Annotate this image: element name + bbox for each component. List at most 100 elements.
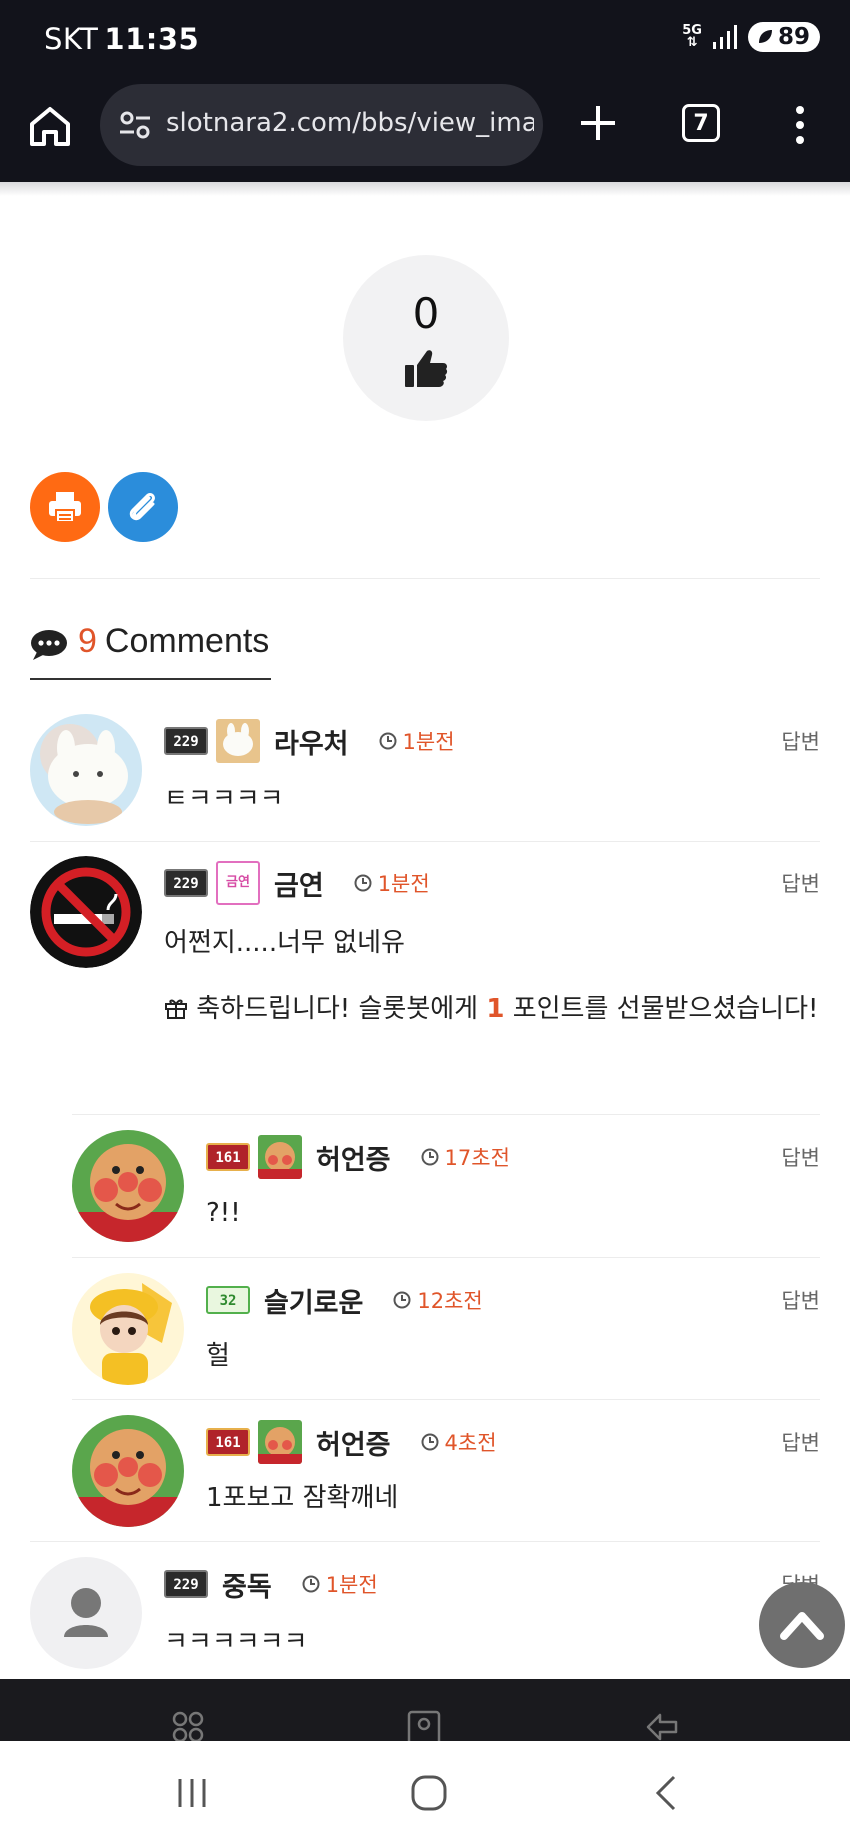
avatar[interactable] bbox=[30, 856, 142, 968]
user-badge: 금연 bbox=[216, 861, 260, 905]
profile-icon[interactable] bbox=[406, 1709, 442, 1741]
reply-link[interactable]: 답변 bbox=[781, 1427, 820, 1457]
comments-header: 9 Comments bbox=[30, 622, 272, 680]
comment-time: 17초전 bbox=[421, 1142, 510, 1172]
comment-time: 4초전 bbox=[421, 1427, 497, 1457]
comment-item: 229 중독 1분전 답변 ㅋㅋㅋㅋㅋㅋ bbox=[30, 1541, 820, 1681]
user-badge-icon bbox=[258, 1135, 302, 1179]
time-label: 1분전 bbox=[402, 730, 455, 754]
nickname[interactable]: 금연 bbox=[274, 864, 324, 903]
girl-avatar-icon bbox=[72, 1273, 184, 1385]
url-text[interactable]: slotnara2.com/bbs/view_image bbox=[166, 108, 534, 138]
level-badge: 229 bbox=[164, 869, 208, 897]
back-arrow-icon[interactable] bbox=[644, 1709, 680, 1741]
address-bar-row: slotnara2.com/bbs/view_image 7 bbox=[0, 82, 850, 176]
level-badge: 229 bbox=[164, 727, 208, 755]
tab-count: 7 bbox=[693, 110, 709, 136]
recent-apps-icon[interactable] bbox=[172, 1773, 212, 1813]
system-navigation-bar bbox=[0, 1741, 850, 1842]
divider bbox=[30, 578, 820, 579]
grid-icon[interactable] bbox=[170, 1709, 206, 1741]
gift-suffix: 포인트를 선물받으셨습니다! bbox=[504, 994, 819, 1024]
battery-level: 89 bbox=[777, 24, 810, 50]
system-icons: 5G ⇅ 89 bbox=[682, 22, 820, 52]
comment-time: 1분전 bbox=[302, 1569, 378, 1599]
reply-item: 161 허언증 4초전 답변 1포보고 잠확깨네 bbox=[72, 1399, 820, 1541]
comment-meta: 161 허언증 17초전 bbox=[206, 1135, 510, 1179]
like-button[interactable]: 0 bbox=[343, 255, 509, 421]
battery-leaf-icon bbox=[758, 30, 772, 43]
clock-icon bbox=[354, 874, 372, 892]
nickname[interactable]: 슬기로운 bbox=[264, 1281, 363, 1320]
nickname[interactable]: 라우처 bbox=[274, 722, 349, 761]
comment-item: 229 금연 금연 1분전 답변 어쩐지.....너무 없네유 축하드립니다! … bbox=[30, 856, 820, 1114]
print-button[interactable] bbox=[30, 472, 100, 542]
clock-icon bbox=[302, 1575, 320, 1593]
avatar[interactable] bbox=[72, 1273, 184, 1385]
avatar[interactable] bbox=[72, 1415, 184, 1527]
home-icon[interactable] bbox=[26, 102, 74, 150]
tune-icon[interactable] bbox=[118, 108, 152, 142]
avatar[interactable] bbox=[72, 1130, 184, 1242]
level-badge: 161 bbox=[206, 1143, 250, 1171]
nickname[interactable]: 허언증 bbox=[316, 1138, 391, 1177]
url-field[interactable]: slotnara2.com/bbs/view_image bbox=[100, 84, 543, 166]
clock-icon bbox=[421, 1148, 439, 1166]
nickname[interactable]: 중독 bbox=[222, 1565, 272, 1604]
gift-notice: 축하드립니다! 슬롯봇에게 1 포인트를 선물받으셨습니다! bbox=[164, 986, 824, 1032]
comment-text: ㅋㅋㅋㅋㅋㅋ bbox=[164, 1627, 308, 1657]
attachment-button[interactable] bbox=[108, 472, 178, 542]
nickname[interactable]: 허언증 bbox=[316, 1423, 391, 1462]
more-vert-icon[interactable] bbox=[790, 102, 810, 148]
comments-label: Comments bbox=[104, 622, 270, 660]
paperclip-icon bbox=[129, 493, 155, 521]
comment-text: ㅌㅋㅋㅋㅋ bbox=[164, 784, 284, 814]
comment-meta: 229 금연 금연 1분전 bbox=[164, 861, 430, 905]
reply-link[interactable]: 답변 bbox=[781, 1142, 820, 1172]
reply-item: 161 허언증 17초전 답변 ?!! bbox=[72, 1114, 820, 1257]
gift-icon bbox=[165, 999, 187, 1019]
thumbs-up-icon bbox=[405, 350, 448, 387]
avatar[interactable] bbox=[30, 1557, 142, 1669]
time-label: 12초전 bbox=[417, 1289, 483, 1313]
home-nav-icon[interactable] bbox=[409, 1773, 449, 1813]
reply-link[interactable]: 답변 bbox=[781, 868, 820, 898]
comment-time: 1분전 bbox=[354, 868, 430, 898]
network-5g-icon: 5G ⇅ bbox=[682, 23, 702, 50]
status-bar: SKT 11:35 5G ⇅ 89 bbox=[0, 0, 850, 78]
network-label: 5G bbox=[682, 23, 702, 38]
carrier-time: SKT 11:35 bbox=[44, 22, 199, 56]
browser-chrome: SKT 11:35 5G ⇅ 89 slotnara2.com/bbs/view… bbox=[0, 0, 850, 182]
clock-icon bbox=[421, 1433, 439, 1451]
anpanman-avatar-icon bbox=[72, 1130, 184, 1242]
tabs-icon[interactable]: 7 bbox=[682, 104, 720, 142]
print-icon bbox=[49, 492, 81, 523]
back-nav-icon[interactable] bbox=[648, 1773, 688, 1813]
signal-icon bbox=[712, 25, 737, 49]
plus-icon[interactable] bbox=[575, 100, 621, 146]
default-user-icon bbox=[64, 1588, 108, 1637]
time-label: 1분전 bbox=[377, 872, 430, 896]
comment-count: 9 bbox=[78, 622, 97, 660]
comment-time: 1분전 bbox=[379, 726, 455, 756]
comment-meta: 32 슬기로운 12초전 bbox=[206, 1279, 483, 1321]
clock-time: 11:35 bbox=[104, 22, 200, 56]
like-count: 0 bbox=[412, 289, 440, 338]
reply-link[interactable]: 답변 bbox=[781, 726, 820, 756]
comment-meta: 161 허언증 4초전 bbox=[206, 1420, 497, 1464]
comment-item: 229 라우처 1분전 답변 ㅌㅋㅋㅋㅋ bbox=[30, 714, 820, 842]
comment-divider bbox=[30, 1541, 820, 1542]
comment-text: ?!! bbox=[206, 1198, 241, 1228]
reply-divider bbox=[72, 1399, 820, 1400]
avatar[interactable] bbox=[30, 714, 142, 826]
anpanman-avatar-icon bbox=[72, 1415, 184, 1527]
no-smoking-icon bbox=[30, 856, 142, 968]
comment-meta: 229 라우처 1분전 bbox=[164, 719, 455, 763]
user-badge-icon bbox=[216, 719, 260, 763]
comment-time: 12초전 bbox=[393, 1285, 483, 1315]
bunny-avatar-icon bbox=[30, 714, 142, 826]
scroll-to-top-button[interactable] bbox=[759, 1582, 845, 1668]
reply-link[interactable]: 답변 bbox=[781, 1285, 820, 1315]
user-badge-icon bbox=[258, 1420, 302, 1464]
comment-text: 어쩐지.....너무 없네유 bbox=[164, 928, 405, 958]
